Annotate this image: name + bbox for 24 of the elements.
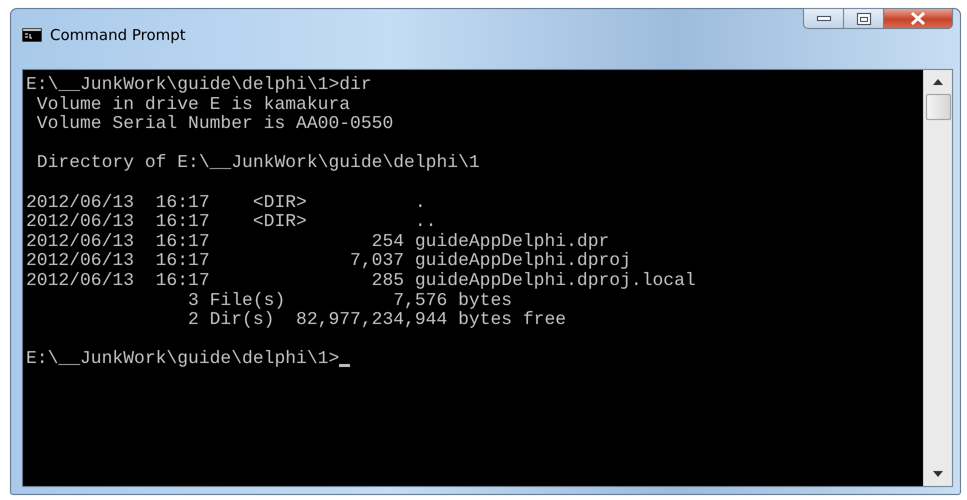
scrollbar-thumb[interactable] <box>926 94 950 120</box>
console-line: 3 File(s) 7,576 bytes <box>187 292 514 311</box>
console-line: 2012/06/13 16:17 7,037 guideAppDelphi.dproj <box>26 252 632 272</box>
minimize-button[interactable] <box>803 8 844 29</box>
console-line: 2 Dir(s) 82,977,234,944 bytes free <box>187 311 568 331</box>
maximize-icon <box>856 12 870 24</box>
console-line: Directory of E:\__JunkWork\guide\delphi\1 <box>36 154 481 174</box>
scroll-up-icon[interactable] <box>933 79 943 85</box>
console-icon <box>22 28 42 42</box>
close-icon <box>910 12 926 25</box>
scroll-down-icon[interactable] <box>933 471 943 477</box>
console-line: 2012/06/13 16:17 285 guideAppDelphi.dproj.local <box>26 272 697 292</box>
minimize-icon <box>816 16 830 22</box>
console-line: 2012/06/13 16:17 <DIR> .. <box>26 213 438 233</box>
console-line: 2012/06/13 16:17 <DIR> . <box>26 194 427 213</box>
console-line: Volume in drive E is kamakura <box>36 96 352 115</box>
console-line: E:\__JunkWork\guide\delphi\1>dir <box>26 76 373 96</box>
console-prompt: E:\__JunkWork\guide\delphi\1> <box>26 350 340 370</box>
console-line: 2012/06/13 16:17 254 guideAppDelphi.dpr <box>26 232 610 252</box>
window-title: Command Prompt <box>50 26 186 44</box>
close-button[interactable] <box>884 8 953 29</box>
maximize-button[interactable] <box>844 8 884 29</box>
console-line: Volume Serial Number is AA00-0550 <box>36 115 394 135</box>
vertical-scrollbar[interactable] <box>923 70 952 486</box>
